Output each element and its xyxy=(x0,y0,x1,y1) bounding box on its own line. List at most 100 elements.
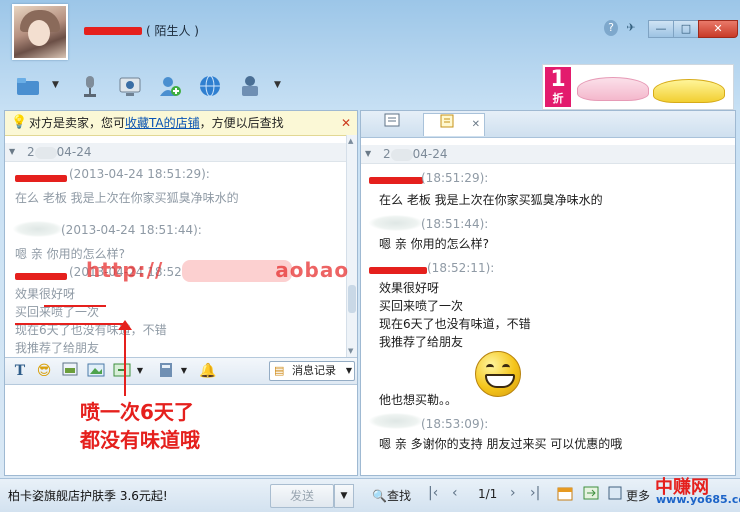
date-label: 2 04-24 xyxy=(383,145,448,163)
maximize-button[interactable]: □ xyxy=(673,20,699,38)
date-separator: ▼ 2 04-24 xyxy=(361,145,735,164)
message-timestamp: (2013-04-24 18:51:29): xyxy=(69,167,210,181)
tab-info[interactable] xyxy=(373,113,411,135)
export-icon[interactable] xyxy=(582,485,600,503)
add-contact-icon[interactable] xyxy=(156,72,184,100)
chat-window: ( 陌生人 ) ? ✈ — □ ✕ ▼ ▼ 1 折 💡 对方是卖家，您可收藏TA… xyxy=(0,0,740,512)
sender-name-redacted xyxy=(369,177,423,184)
collapse-triangle-icon[interactable]: ▼ xyxy=(9,143,15,161)
search-label: 查找 xyxy=(386,489,411,503)
page-indicator: 1/1 xyxy=(478,487,498,501)
message-text: 嗯 亲 你用的怎么样? xyxy=(379,237,489,251)
image-icon[interactable] xyxy=(87,362,105,380)
input-toolbar: T 😎 ▼ ▼ 🔔 ▤ 消息记录 ▼ xyxy=(5,357,357,385)
scroll-down-icon[interactable]: ▼ xyxy=(348,347,353,355)
annotation-note-line: 喷一次6天了 xyxy=(80,400,194,424)
status-bar: 柏卡姿旗舰店护肤季 3.6元起! 发送 ▼ 🔍查找 |‹ ‹ 1/1 › ›| … xyxy=(0,478,740,512)
microphone-icon[interactable] xyxy=(76,72,104,100)
shake-icon[interactable] xyxy=(113,362,131,380)
globe-icon[interactable] xyxy=(196,72,224,100)
scroll-thumb[interactable] xyxy=(348,285,356,313)
last-page-icon[interactable]: ›| xyxy=(530,485,540,501)
webcam-icon[interactable] xyxy=(116,72,144,100)
contact-dropdown-icon[interactable]: ▼ xyxy=(274,80,281,90)
message-text: 买回来喷了一次 xyxy=(379,299,464,313)
next-page-icon[interactable]: › xyxy=(510,485,516,501)
tip-text-after: ，方便以后查找 xyxy=(199,116,284,130)
date-prefix: 2 xyxy=(383,147,391,161)
search-button[interactable]: 🔍查找 xyxy=(372,487,411,504)
annotation-url: http:// aobao xyxy=(86,258,349,282)
message-text: 现在6天了也没有味道，不错 xyxy=(379,317,531,331)
help-button[interactable]: ? xyxy=(604,20,618,36)
date-blur xyxy=(390,148,413,161)
send-options-icon[interactable]: ▼ xyxy=(334,484,354,508)
message-text: 嗯 亲 多谢你的支持 朋友过来买 可以优惠的哦 xyxy=(379,437,623,451)
more-label: 更多 xyxy=(626,489,651,503)
tip-text-before: 对方是卖家，您可 xyxy=(29,116,126,130)
sender-name-blurred xyxy=(369,413,423,429)
annotation-underline xyxy=(44,305,106,307)
date-value: 04-24 xyxy=(412,147,448,161)
close-button[interactable]: ✕ xyxy=(698,20,738,38)
message-timestamp: (18:51:44): xyxy=(421,217,489,231)
emoticon-icon[interactable]: 😎 xyxy=(35,362,53,380)
seller-tip-text: 对方是卖家，您可收藏TA的店铺，方便以后查找 xyxy=(29,111,284,135)
prev-page-icon[interactable]: ‹ xyxy=(452,485,458,501)
pin-button[interactable]: ✈ xyxy=(622,20,640,36)
font-icon[interactable]: T xyxy=(11,362,29,380)
ad-discount-number: 1 xyxy=(550,67,566,92)
delete-record-icon[interactable] xyxy=(606,485,624,503)
minimize-button[interactable]: — xyxy=(648,20,674,38)
sender-name-blurred xyxy=(369,215,423,231)
site-watermark-url: www.yo685.com xyxy=(656,493,740,506)
message-timestamp: (18:52:11): xyxy=(427,261,495,275)
calculator-dropdown-icon[interactable]: ▼ xyxy=(175,362,193,380)
sender-name-redacted xyxy=(15,273,67,280)
advertisement-banner[interactable]: 1 折 xyxy=(542,64,734,110)
ad-yellow-shoe-image xyxy=(653,79,725,103)
screenshot-icon[interactable] xyxy=(61,362,79,380)
shake-dropdown-icon[interactable]: ▼ xyxy=(131,362,149,380)
message-timestamp: (18:53:09): xyxy=(421,417,489,431)
folder-dropdown-icon[interactable]: ▼ xyxy=(52,80,59,90)
calculator-icon[interactable] xyxy=(157,362,175,380)
date-prefix: 2 xyxy=(27,145,35,159)
message-record-label: 消息记录 xyxy=(292,364,336,377)
bell-icon[interactable]: 🔔 xyxy=(199,362,217,380)
message-record-button[interactable]: ▤ 消息记录 ▼ xyxy=(269,361,355,381)
close-tip-icon[interactable]: ✕ xyxy=(341,111,351,135)
close-tab-icon[interactable]: ✕ xyxy=(472,114,480,136)
search-icon: 🔍 xyxy=(372,489,387,503)
annotation-arrow-line xyxy=(124,328,126,396)
contact-card-icon[interactable] xyxy=(236,72,264,100)
contact-avatar[interactable] xyxy=(12,4,68,60)
ad-discount-badge: 1 折 xyxy=(545,67,571,107)
emoticon-eye xyxy=(502,364,510,371)
history-scrollbar[interactable]: ▲ ▼ xyxy=(346,135,357,357)
folder-icon[interactable] xyxy=(14,72,42,100)
ad-discount-unit: 折 xyxy=(552,92,564,105)
message-text: 我推荐了给朋友 xyxy=(15,341,100,355)
annotation-note-line: 都没有味道哦 xyxy=(80,428,200,452)
promo-text[interactable]: 柏卡姿旗舰店护肤季 3.6元起! xyxy=(8,487,168,504)
scroll-up-icon[interactable]: ▲ xyxy=(348,137,353,145)
favorite-shop-link[interactable]: 收藏TA的店铺 xyxy=(125,116,200,130)
contact-relation: ( 陌生人 ) xyxy=(146,24,199,38)
side-panel-tabs: ✕ xyxy=(361,111,735,138)
seller-tip-bar: 💡 对方是卖家，您可收藏TA的店铺，方便以后查找 ✕ xyxy=(5,111,357,136)
annotation-url-end: aobao xyxy=(275,258,350,282)
sender-name-redacted xyxy=(369,267,427,274)
send-button[interactable]: 发送 xyxy=(270,484,334,508)
message-text: 他也想买勒。。 xyxy=(379,393,458,407)
first-page-icon[interactable]: |‹ xyxy=(428,485,438,501)
calendar-icon[interactable] xyxy=(556,485,574,503)
annotation-url-start: http:// xyxy=(86,258,164,282)
collapse-triangle-icon[interactable]: ▼ xyxy=(365,145,371,163)
tab-chat-record[interactable]: ✕ xyxy=(423,113,485,136)
message-record-dropdown-icon[interactable]: ▼ xyxy=(346,362,352,380)
avatar-face xyxy=(28,20,50,46)
more-button[interactable]: 更多 xyxy=(626,487,650,504)
grinning-emoticon-icon xyxy=(475,351,521,397)
date-blur xyxy=(34,146,57,159)
